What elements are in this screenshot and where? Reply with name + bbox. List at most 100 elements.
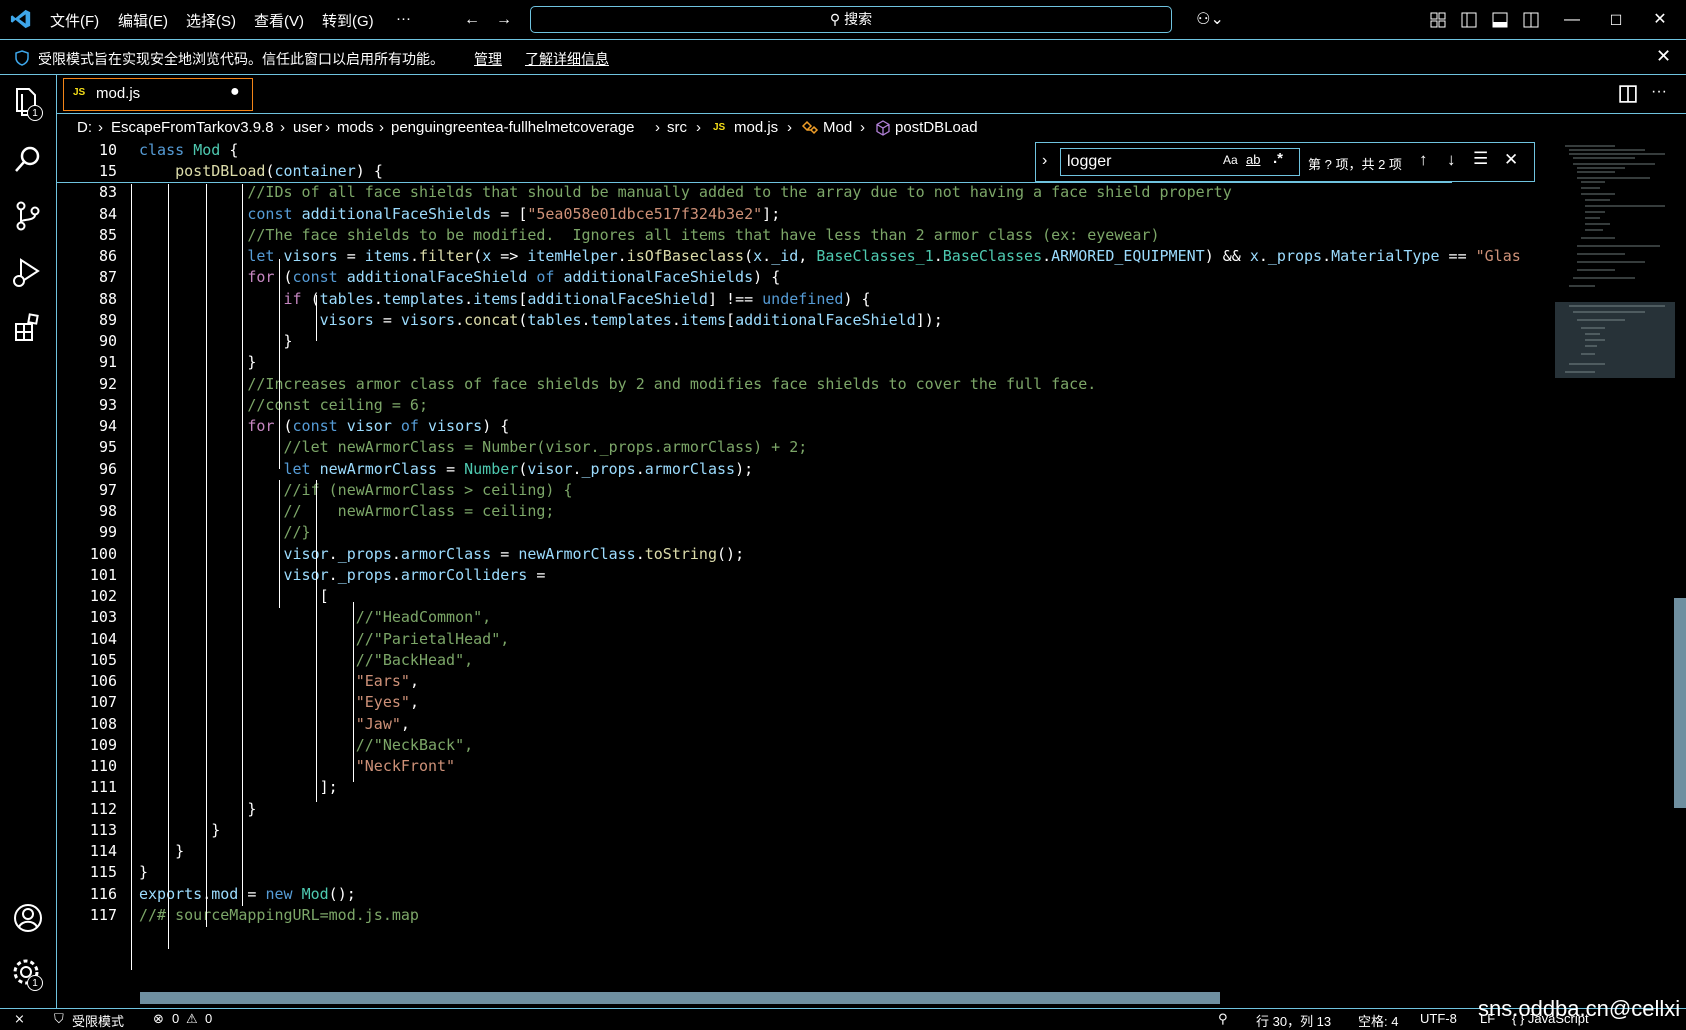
horizontal-scrollbar[interactable] [140,992,1220,1004]
run-debug-icon[interactable] [11,255,45,289]
more-actions-icon[interactable]: ··· [1651,83,1667,101]
zoom-icon[interactable]: ⚲ [1218,1011,1228,1027]
breadcrumb-item[interactable]: user [293,119,322,136]
editor-tabs: JS mod.js ● ··· [57,75,1686,114]
line-number: 94 [98,417,117,435]
close-window-icon[interactable]: ✕ [1648,8,1672,32]
toggle-secondary-sidebar-icon[interactable] [1523,12,1539,28]
close-banner-icon[interactable]: ✕ [1656,46,1671,67]
arrow-up-icon[interactable]: ↑ [1419,150,1428,170]
breadcrumb-item[interactable]: postDBLoad [895,119,978,136]
breadcrumb-item[interactable]: penguingreentea-fullhelmetcoverage [391,119,635,136]
toggle-primary-sidebar-icon[interactable] [1461,12,1477,28]
indent-guide [206,184,207,927]
breadcrumb-item[interactable]: mod.js [734,119,778,136]
code-line: //"BackHead", [355,651,474,669]
code-editor[interactable]: 10 class Mod {15 postDBLoad(container) {8… [57,142,1686,1008]
line-number: 108 [89,715,117,733]
code-line: let newArmorClass = Number(visor._props.… [283,460,754,478]
indent-guide [131,184,132,970]
arrow-down-icon[interactable]: ↓ [1447,150,1456,170]
close-icon[interactable]: ✕ [1504,150,1518,170]
line-number: 93 [98,396,117,414]
restricted-mode-status[interactable]: 受限模式 [72,1011,124,1030]
code-line: //"ParietalHead", [355,630,510,648]
breadcrumb-item[interactable]: Mod [823,119,852,136]
line-number: 86 [98,247,117,265]
line-number: 102 [89,587,117,605]
line-number: 85 [98,226,117,244]
search-icon[interactable] [11,143,45,177]
breadcrumb-item[interactable]: D: [77,119,92,136]
maximize-icon[interactable]: ☐ [1604,8,1628,32]
code-line: for (const visor of visors) { [247,417,510,435]
remote-indicator-icon[interactable]: ⨯ [14,1011,25,1027]
encoding[interactable]: UTF-8 [1420,1011,1457,1026]
code-line: //"NeckBack", [355,736,474,754]
code-line: } [211,821,221,839]
copilot-icon[interactable]: ⚇⌄ [1190,8,1230,32]
line-number: 15 [98,162,117,180]
code-line: "Eyes", [355,693,419,711]
menu-go[interactable]: 转到(G) [322,10,374,31]
error-icon: ⊗ [153,1011,164,1026]
source-control-icon[interactable] [11,199,45,233]
code-line: //let newArmorClass = Number(visor._prop… [283,438,808,456]
code-line: // newArmorClass = ceiling; [283,502,555,520]
code-line: for (const additionalFaceShield of addit… [247,268,781,286]
chevron-right-icon[interactable]: › [1042,152,1047,170]
explorer-badge: 1 [27,105,43,121]
extensions-icon[interactable] [11,311,45,345]
whole-word-icon[interactable]: ab [1246,152,1260,167]
chevron-right-icon: › [787,119,792,136]
code-line: //Increases armor class of face shields … [247,375,1097,393]
indentation[interactable]: 空格: 4 [1358,1011,1398,1030]
split-editor-icon[interactable] [1619,85,1637,103]
menu-edit[interactable]: 编辑(E) [118,10,168,31]
forward-arrow-icon[interactable]: → [492,8,516,32]
tab-mod-js[interactable]: JS mod.js ● [63,78,253,111]
menu-file[interactable]: 文件(F) [50,10,99,31]
menu-selection[interactable]: 选择(S) [186,10,236,31]
code-line: //if (newArmorClass > ceiling) { [283,481,573,499]
breadcrumb-item[interactable]: EscapeFromTarkov3.9.8 [111,119,274,136]
code-line: } [283,332,293,350]
accounts-icon[interactable] [11,901,45,935]
code-line: } [175,842,185,860]
toggle-panel-icon[interactable] [1492,12,1508,28]
indent-guide [242,184,243,906]
chevron-right-icon: › [280,119,285,136]
learn-more-link[interactable]: 了解详细信息 [525,49,609,69]
chevron-right-icon: › [655,119,660,136]
find-in-selection-icon[interactable]: ☰ [1473,149,1488,169]
breadcrumb-item[interactable]: src [667,119,687,136]
back-arrow-icon[interactable]: ← [460,8,484,32]
regex-icon[interactable]: .* [1273,150,1283,167]
manage-link[interactable]: 管理 [474,49,502,69]
minimap[interactable] [1555,142,1675,380]
menu-more[interactable]: ··· [396,10,411,27]
activity-bar: 1 1 [0,75,57,1008]
code-line: postDBLoad(container) { [175,162,383,180]
unsaved-dot-icon[interactable]: ● [230,83,240,101]
customize-layout-icon[interactable] [1430,12,1446,28]
menu-view[interactable]: 查看(V) [254,10,304,31]
command-center-search[interactable]: ⚲ 搜索 [530,6,1172,33]
vertical-scrollbar[interactable] [1674,598,1686,808]
minimize-icon[interactable]: — [1560,8,1584,32]
code-line: } [139,863,149,881]
line-number: 111 [89,778,117,796]
match-case-icon[interactable]: Aa [1223,153,1238,167]
chevron-right-icon: › [696,119,701,136]
error-count[interactable]: 0 [172,1011,179,1026]
shield-icon: ⛉ [54,1011,64,1026]
line-number: 88 [98,290,117,308]
code-line: //const ceiling = 6; [247,396,428,414]
code-line: visor._props.armorClass = newArmorClass.… [283,545,745,563]
warning-count[interactable]: 0 [205,1011,212,1026]
breadcrumb-item[interactable]: mods [337,119,374,136]
line-number: 107 [89,693,117,711]
find-input[interactable]: logger [1060,148,1300,176]
cursor-position[interactable]: 行 30，列 13 [1256,1011,1331,1030]
line-number: 10 [98,142,117,159]
